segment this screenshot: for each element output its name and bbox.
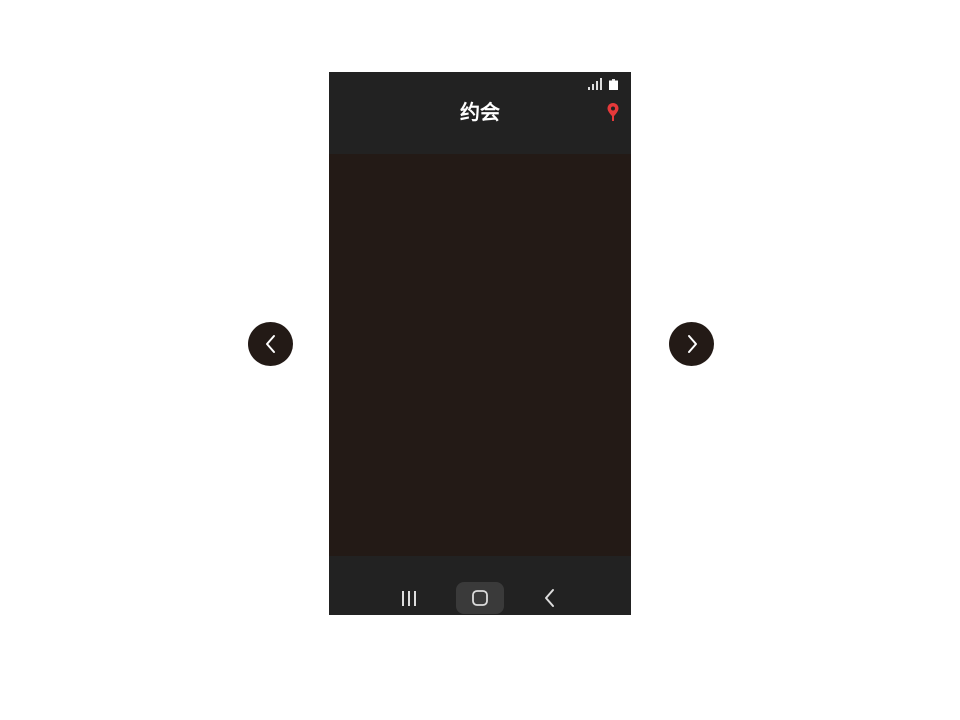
location-pin-icon[interactable] xyxy=(606,102,620,122)
back-icon xyxy=(545,589,554,607)
signal-icon xyxy=(588,78,602,90)
stage: 约会 xyxy=(0,0,960,720)
app-header: 约会 xyxy=(329,92,631,154)
previous-button[interactable] xyxy=(248,322,293,366)
home-icon xyxy=(472,590,488,606)
recents-icon xyxy=(402,591,416,606)
back-button[interactable] xyxy=(535,582,565,614)
phone-screen: 约会 xyxy=(329,72,631,615)
chevron-right-icon xyxy=(687,335,697,353)
battery-icon xyxy=(609,79,618,90)
next-button[interactable] xyxy=(669,322,714,366)
page-title: 约会 xyxy=(460,100,500,124)
status-bar xyxy=(329,72,631,92)
home-button[interactable] xyxy=(456,582,504,614)
chevron-left-icon xyxy=(265,335,275,353)
recents-button[interactable] xyxy=(393,582,425,614)
system-nav-bar xyxy=(329,556,631,615)
content-area xyxy=(329,154,631,556)
